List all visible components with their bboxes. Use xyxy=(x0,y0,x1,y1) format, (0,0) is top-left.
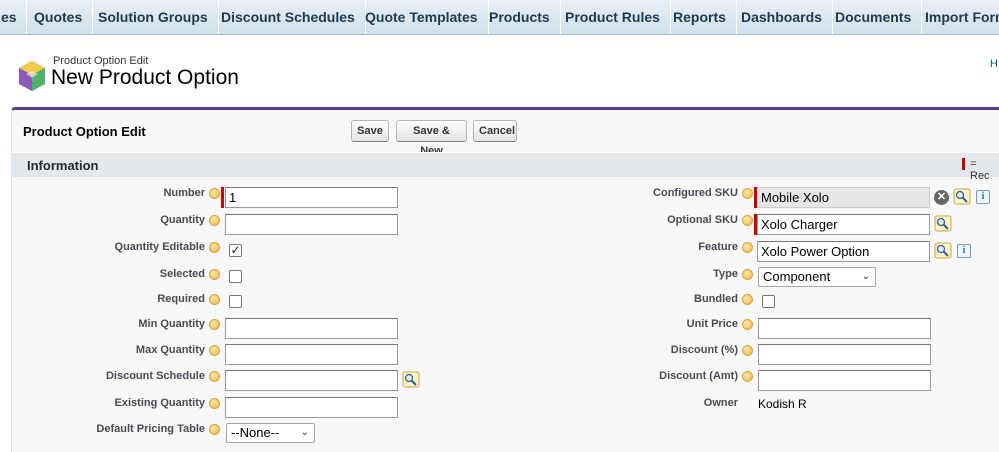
default-pricing-table-select[interactable]: --None-- ⌄ xyxy=(226,423,315,443)
quantity-editable-label: Quantity Editable xyxy=(114,241,205,253)
help-icon[interactable] xyxy=(209,269,220,280)
help-icon[interactable] xyxy=(209,294,220,305)
block-title: Product Option Edit xyxy=(23,124,146,139)
min-quantity-input[interactable] xyxy=(225,318,398,339)
default-pricing-table-label: Default Pricing Table xyxy=(96,423,205,435)
page-title: New Product Option xyxy=(51,66,239,89)
type-label: Type xyxy=(713,268,738,280)
tab-documents[interactable]: Documents xyxy=(825,0,923,34)
existing-quantity-input[interactable] xyxy=(225,397,398,418)
help-icon[interactable] xyxy=(209,371,220,382)
discount-amount-input[interactable] xyxy=(758,370,931,391)
required-marker xyxy=(221,187,224,208)
save-and-new-button[interactable]: Save & New xyxy=(396,120,467,157)
feature-input[interactable]: Xolo Power Option xyxy=(757,241,930,262)
product-option-cube-icon xyxy=(19,61,45,91)
help-icon[interactable] xyxy=(742,319,753,330)
help-icon[interactable] xyxy=(209,188,220,199)
chevron-down-icon: ⌄ xyxy=(861,271,870,282)
min-quantity-label: Min Quantity xyxy=(138,318,205,330)
required-legend-text: = Rec xyxy=(970,158,990,182)
required-checkbox[interactable] xyxy=(229,295,242,308)
required-label: Required xyxy=(157,293,205,305)
discount-schedule-input[interactable] xyxy=(225,370,398,391)
help-icon[interactable] xyxy=(742,242,753,253)
discount-percent-input[interactable] xyxy=(758,344,931,365)
selected-label: Selected xyxy=(159,268,205,280)
clear-icon[interactable]: ✕ xyxy=(934,190,949,205)
lookup-icon[interactable] xyxy=(402,371,420,388)
help-icon[interactable] xyxy=(209,345,220,356)
info-icon[interactable]: i xyxy=(976,190,990,204)
type-select-value: Component xyxy=(763,269,831,284)
lookup-icon[interactable] xyxy=(953,188,971,205)
bundled-checkbox[interactable] xyxy=(762,295,775,308)
max-quantity-label: Max Quantity xyxy=(135,344,205,356)
tab-dashboards[interactable]: Dashboards xyxy=(731,0,833,34)
cancel-button[interactable]: Cancel xyxy=(473,120,517,142)
owner-label: Owner xyxy=(703,397,738,409)
owner-value: Kodish R xyxy=(758,397,807,411)
help-icon[interactable] xyxy=(742,188,753,199)
help-icon[interactable] xyxy=(209,424,220,435)
lookup-icon[interactable] xyxy=(934,242,952,259)
unit-price-input[interactable] xyxy=(758,318,931,339)
tab-import-form[interactable]: Import Form xyxy=(915,0,999,34)
help-icon[interactable] xyxy=(742,294,753,305)
feature-label: Feature xyxy=(698,241,738,253)
tab-quotes[interactable]: Quotes xyxy=(24,0,94,34)
help-icon[interactable] xyxy=(209,398,220,409)
chevron-down-icon: ⌄ xyxy=(300,427,309,438)
tab-discount-schedules[interactable]: Discount Schedules xyxy=(211,0,366,34)
configured-sku-input[interactable]: Mobile Xolo xyxy=(757,187,930,208)
discount-percent-label: Discount (%) xyxy=(670,344,738,356)
help-icon[interactable] xyxy=(742,345,753,356)
help-icon[interactable] xyxy=(742,215,753,226)
selected-checkbox[interactable] xyxy=(229,270,242,283)
quantity-label: Quantity xyxy=(160,214,205,226)
max-quantity-input[interactable] xyxy=(225,344,398,365)
info-icon[interactable]: i xyxy=(957,244,971,258)
quantity-input[interactable] xyxy=(225,214,398,235)
section-title: Information xyxy=(27,158,99,173)
unit-price-label: Unit Price xyxy=(686,318,738,330)
discount-amount-label: Discount (Amt) xyxy=(659,370,738,382)
help-icon[interactable] xyxy=(209,242,220,253)
tab-products[interactable]: Products xyxy=(479,0,561,34)
configured-sku-label: Configured SKU xyxy=(653,187,738,199)
section-header xyxy=(12,152,999,177)
type-select[interactable]: Component ⌄ xyxy=(758,267,876,287)
optional-sku-input[interactable]: Xolo Charger xyxy=(757,214,930,235)
tab-product-rules[interactable]: Product Rules xyxy=(555,0,671,34)
lookup-icon[interactable] xyxy=(934,215,952,232)
help-icon[interactable] xyxy=(209,215,220,226)
number-label: Number xyxy=(163,187,205,199)
tab-reports[interactable]: Reports xyxy=(663,0,737,34)
quantity-editable-checkbox[interactable]: ✓ xyxy=(229,244,242,257)
help-icon[interactable] xyxy=(209,319,220,330)
help-icon[interactable] xyxy=(742,269,753,280)
number-input[interactable]: 1 xyxy=(225,187,398,208)
default-pricing-table-value: --None-- xyxy=(231,425,280,440)
help-link[interactable]: H xyxy=(990,58,998,70)
optional-sku-label: Optional SKU xyxy=(667,214,738,226)
existing-quantity-label: Existing Quantity xyxy=(114,397,205,409)
tab-quote-templates[interactable]: Quote Templates xyxy=(355,0,489,34)
save-button[interactable]: Save xyxy=(351,120,389,142)
tab-bar: es Quotes Solution Groups Discount Sched… xyxy=(0,0,999,35)
discount-schedule-label: Discount Schedule xyxy=(105,370,205,382)
tab-solution-groups[interactable]: Solution Groups xyxy=(88,0,219,34)
tab-truncated[interactable]: es xyxy=(0,0,27,34)
help-icon[interactable] xyxy=(742,371,753,382)
bundled-label: Bundled xyxy=(694,293,738,305)
required-legend-marker xyxy=(962,158,965,170)
